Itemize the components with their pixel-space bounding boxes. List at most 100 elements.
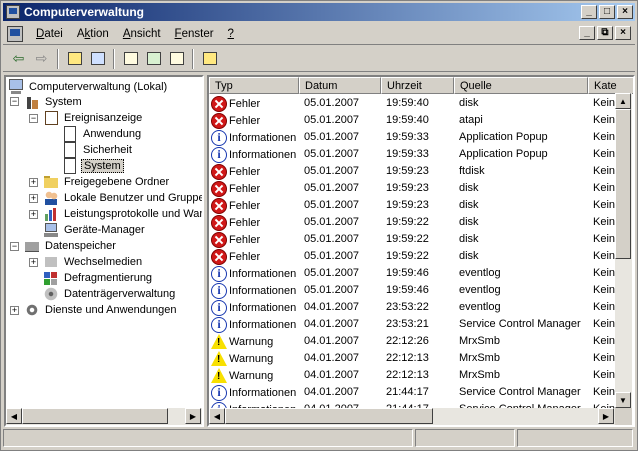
information-icon: i [211, 265, 227, 282]
toolbar: ⇦ ⇨ [3, 46, 635, 72]
tree-item-label: Datenspeicher [45, 240, 116, 252]
child-close-button[interactable]: × [615, 26, 631, 40]
error-icon [211, 180, 227, 197]
maximize-button[interactable]: □ [599, 5, 615, 19]
title-bar[interactable]: Computerverwaltung _ □ × [3, 3, 635, 21]
collapse-event-viewer-toggle[interactable]: − [29, 114, 38, 123]
type-label: Informationen [229, 318, 297, 331]
table-row[interactable]: i Informationen 05.01.2007 19:59:33 Applicat… [209, 146, 633, 163]
tree-item-security-log[interactable]: Sicherheit [62, 142, 134, 158]
table-row[interactable]: Fehler 05.01.2007 19:59:23 disk Keine [209, 197, 633, 214]
type-label: Fehler [229, 199, 261, 212]
console-icon[interactable] [7, 25, 23, 42]
time-cell: 19:59:33 [386, 148, 429, 160]
column-header-datum[interactable]: Datum [299, 77, 381, 94]
table-row[interactable]: i Informationen 05.01.2007 19:59:46 eventlog… [209, 282, 633, 299]
table-row[interactable]: Warnung04.01.200722:12:13MrxSmbKeine [209, 367, 633, 384]
collapse-system-toggle[interactable]: − [10, 97, 19, 106]
scroll-up-button[interactable]: ▲ [615, 93, 631, 109]
source-cell: MrxSmb [459, 369, 500, 381]
table-row[interactable]: i Informationen 05.01.2007 19:59:33 Applicat… [209, 129, 633, 146]
tree-item-performance-logs[interactable]: Leistungsprotokolle und Warnungen [43, 206, 202, 222]
table-row[interactable]: Warnung04.01.200722:12:26MrxSmbKeine [209, 333, 633, 350]
expand-shared-folders-toggle[interactable]: + [29, 178, 38, 187]
list-horizontal-scrollbar[interactable]: ◀ ▶ [209, 408, 615, 425]
tree-item-services-applications[interactable]: Dienste und Anwendungen [24, 302, 179, 318]
child-restore-button[interactable]: ⧉ [597, 26, 613, 40]
source-cell: Application Popup [459, 131, 548, 143]
scroll-thumb[interactable] [225, 408, 433, 424]
refresh-icon[interactable] [142, 48, 165, 70]
table-row[interactable]: i Informationen 04.01.2007 23:53:21 Service … [209, 316, 633, 333]
tree-horizontal-scrollbar[interactable]: ◀ ▶ [6, 408, 202, 425]
column-header-kategorie[interactable]: Kate [588, 77, 633, 94]
tree-item-local-users[interactable]: Lokale Benutzer und Gruppen [43, 190, 202, 206]
table-row[interactable]: Fehler 05.01.2007 19:59:40 disk Keine [209, 95, 633, 112]
expand-performance-logs-toggle[interactable]: + [29, 210, 38, 219]
tree-item-system-log[interactable]: System [62, 158, 124, 174]
table-row[interactable]: i Informationen 04.01.2007 23:53:22 eventlog… [209, 299, 633, 316]
scroll-left-button[interactable]: ◀ [6, 408, 22, 424]
up-folder-icon[interactable] [63, 48, 86, 70]
tree-item-label: System [81, 159, 124, 173]
tree-item-device-manager[interactable]: Geräte-Manager [43, 222, 147, 238]
close-button[interactable]: × [617, 5, 633, 19]
child-minimize-button[interactable]: _ [579, 26, 595, 40]
event-list[interactable]: Typ Datum Uhrzeit Quelle Kate Fehler 05.0… [207, 75, 635, 427]
column-header-typ[interactable]: Typ [209, 77, 299, 94]
list-vertical-scrollbar[interactable]: ▲ ▼ [615, 93, 632, 409]
minimize-button[interactable]: _ [581, 5, 597, 19]
menu-datei[interactable]: Datei [29, 28, 70, 40]
tree-item-label: Datenträgerverwaltung [64, 288, 176, 300]
expand-removable-media-toggle[interactable]: + [29, 258, 38, 267]
menu-ansicht[interactable]: Ansicht [116, 28, 168, 40]
table-row[interactable]: Fehler 05.01.2007 19:59:22 disk Keine [209, 214, 633, 231]
column-header-quelle[interactable]: Quelle [454, 77, 588, 94]
system-tools-icon [24, 94, 40, 110]
tree-item-computerverwaltung[interactable]: Computerverwaltung (Lokal) [8, 79, 169, 95]
time-cell: 19:59:22 [386, 250, 429, 262]
menu-aktion[interactable]: Aktion [70, 28, 116, 40]
table-row[interactable]: Fehler 05.01.2007 19:59:23 ftdisk Keine [209, 163, 633, 180]
table-row[interactable]: Fehler 05.01.2007 19:59:22 disk Keine [209, 231, 633, 248]
back-arrow-icon[interactable]: ⇦ [7, 48, 30, 70]
scroll-down-button[interactable]: ▼ [615, 392, 631, 408]
column-header-uhrzeit[interactable]: Uhrzeit [381, 77, 454, 94]
toolbar-separator [192, 48, 194, 69]
show-hide-tree-icon[interactable] [86, 48, 109, 70]
scroll-left-button[interactable]: ◀ [209, 408, 225, 424]
tree-item-system-tools[interactable]: System [24, 94, 84, 110]
tree-item-defragmentation[interactable]: Defragmentierung [43, 270, 154, 286]
status-panel [3, 429, 413, 447]
help-icon[interactable] [198, 48, 221, 70]
tree-item-label: Ereignisanzeige [64, 112, 143, 124]
scroll-thumb[interactable] [615, 109, 631, 259]
expand-services-toggle[interactable]: + [10, 306, 19, 315]
tree-item-event-viewer[interactable]: Ereignisanzeige [43, 110, 144, 126]
forward-arrow-icon[interactable]: ⇨ [30, 48, 53, 70]
tree-item-shared-folders[interactable]: Freigegebene Ordner [43, 174, 171, 190]
properties-icon[interactable] [119, 48, 142, 70]
tree-item-disk-management[interactable]: Datenträgerverwaltung [43, 286, 177, 302]
export-list-icon[interactable] [165, 48, 188, 70]
menu-help[interactable]: ? [221, 28, 241, 40]
collapse-storage-toggle[interactable]: − [10, 242, 19, 251]
table-row[interactable]: Fehler 05.01.2007 19:59:22 disk Keine [209, 248, 633, 265]
scroll-right-button[interactable]: ▶ [185, 408, 201, 424]
tree-item-storage[interactable]: Datenspeicher [24, 238, 118, 254]
console-tree[interactable]: Computerverwaltung (Lokal) − System − Er… [4, 75, 204, 427]
tree-item-application-log[interactable]: Anwendung [62, 126, 143, 142]
type-cell: Fehler [211, 214, 299, 231]
type-label: Informationen [229, 148, 297, 161]
scroll-thumb[interactable] [22, 408, 168, 424]
tree-item-removable-media[interactable]: Wechselmedien [43, 254, 144, 270]
table-row[interactable]: Fehler 05.01.2007 19:59:40 atapi Keine [209, 112, 633, 129]
menu-fenster[interactable]: Fenster [168, 28, 221, 40]
table-row[interactable]: iInformationen 04.01.2007 21:44:17 Service … [209, 384, 633, 401]
scroll-right-button[interactable]: ▶ [598, 408, 614, 424]
table-row[interactable]: Warnung04.01.200722:12:13MrxSmbKeine [209, 350, 633, 367]
expand-local-users-toggle[interactable]: + [29, 194, 38, 203]
time-cell: 22:12:13 [386, 352, 429, 364]
table-row[interactable]: i Informationen 05.01.2007 19:59:46 eventlog… [209, 265, 633, 282]
table-row[interactable]: Fehler 05.01.2007 19:59:23 disk Keine [209, 180, 633, 197]
